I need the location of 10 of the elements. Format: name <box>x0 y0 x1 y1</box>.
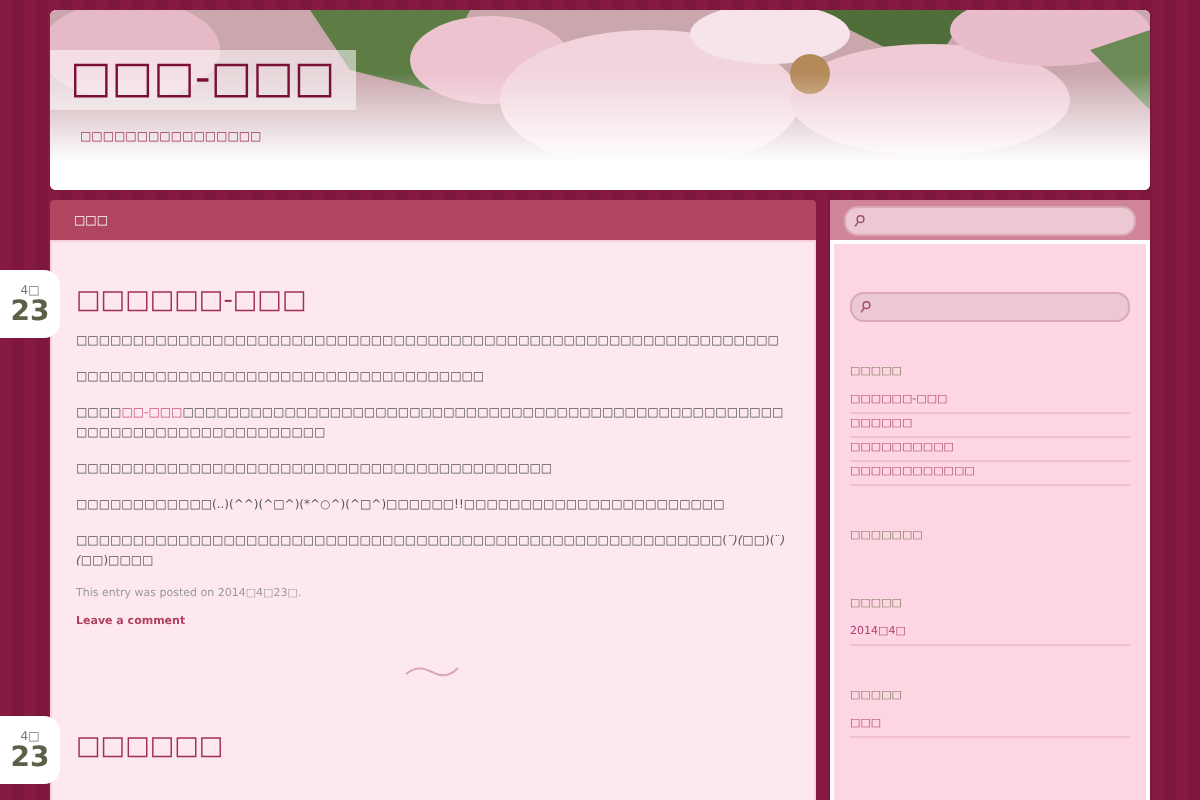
post-title[interactable]: □□□□□□-□□□ <box>76 286 786 316</box>
date-day: 23 <box>10 297 50 325</box>
flourish-icon <box>403 664 459 680</box>
search-field[interactable] <box>844 205 1136 235</box>
date-day: 23 <box>10 743 50 771</box>
site-title[interactable]: □□□-□□□ <box>50 50 356 110</box>
search-field[interactable] <box>850 292 1130 322</box>
search-icon <box>854 213 866 227</box>
search-icon <box>860 300 872 314</box>
post-title[interactable]: □□□□□□ <box>76 732 786 762</box>
